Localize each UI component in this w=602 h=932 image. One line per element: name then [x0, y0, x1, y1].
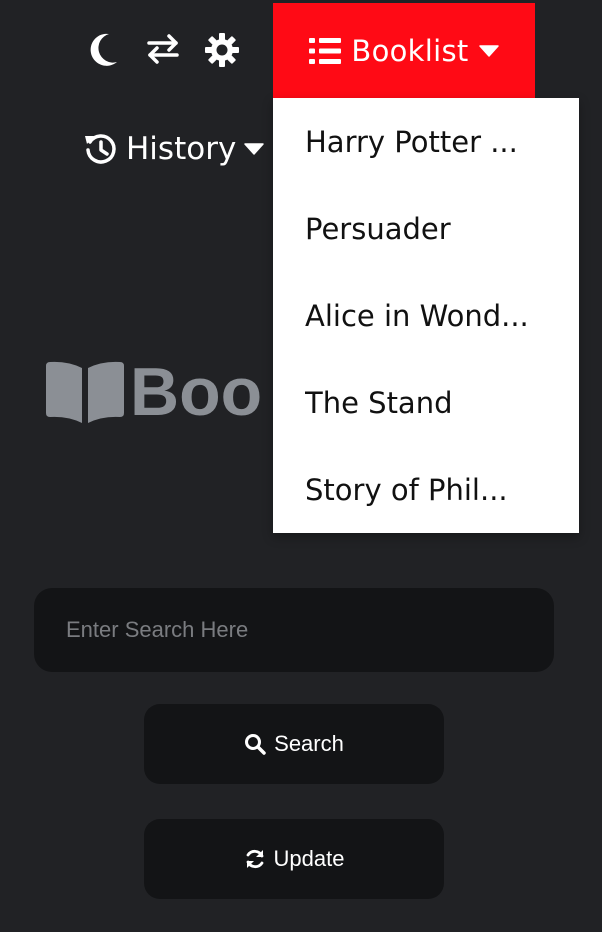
moon-icon: [90, 33, 117, 66]
history-icon: [85, 134, 116, 164]
book-icon: [46, 361, 124, 423]
search-icon: [245, 734, 266, 755]
update-button-label: Update: [273, 846, 345, 871]
booklist-item[interactable]: Alice in Wond...: [305, 291, 567, 341]
logo-text: Boo: [130, 354, 263, 430]
booklist-item[interactable]: Harry Potter ...: [305, 117, 555, 167]
caret-down-icon: [478, 45, 499, 57]
settings-button[interactable]: [202, 30, 242, 70]
search-button-label: Search: [274, 731, 344, 756]
logo: Boo: [44, 340, 273, 440]
refresh-icon: [246, 849, 263, 869]
history-label: History: [126, 131, 237, 167]
booklist-item[interactable]: The Stand: [305, 378, 555, 428]
booklist-dropdown-button[interactable]: Booklist: [273, 3, 535, 99]
search-input[interactable]: [34, 588, 554, 672]
gear-icon: [205, 33, 239, 67]
caret-down-icon: [244, 143, 265, 155]
swap-button[interactable]: [143, 30, 183, 68]
booklist-item[interactable]: Persuader: [305, 204, 555, 254]
history-dropdown-button[interactable]: History: [84, 126, 265, 172]
search-button[interactable]: Search: [144, 704, 444, 784]
booklist-label: Booklist: [351, 34, 469, 68]
update-button[interactable]: Update: [144, 819, 444, 899]
booklist-item[interactable]: Story of Phil...: [305, 465, 555, 515]
booklist-dropdown-menu: Harry Potter ... Persuader Alice in Wond…: [273, 98, 579, 533]
theme-toggle-button[interactable]: [86, 30, 122, 68]
app-page: Booklist History Boo Harry Potter ... Pe…: [0, 0, 602, 932]
swap-arrows-icon: [147, 34, 179, 64]
list-icon: [309, 38, 342, 64]
